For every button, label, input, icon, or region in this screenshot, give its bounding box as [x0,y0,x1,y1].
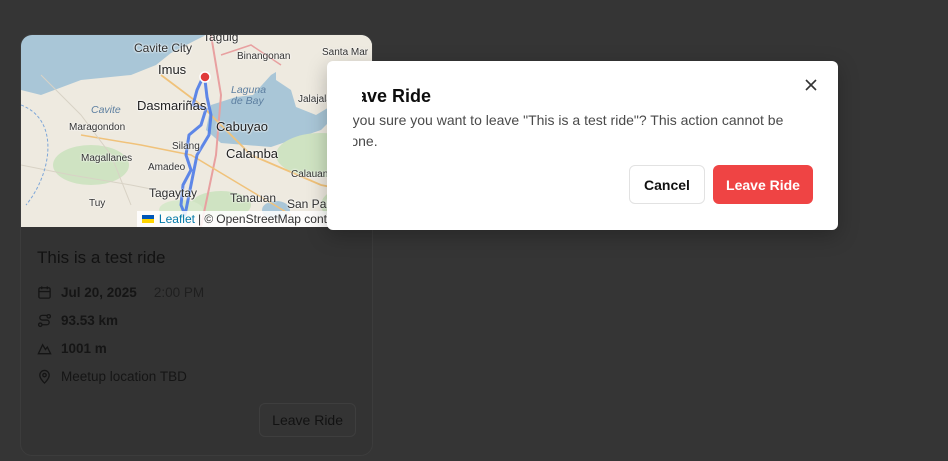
map-label-silang: Silang [172,141,200,152]
close-icon [802,79,820,97]
dialog-message: Are you sure you want to leave "This is … [327,112,784,149]
ride-meetup: Meetup location TBD [61,369,187,384]
map-label-magallanes: Magallanes [81,153,133,164]
map-label-taguig: Taguig [203,35,239,44]
cancel-button[interactable]: Cancel [629,165,705,204]
ride-date-row: Jul 20, 2025 2:00 PM [37,285,204,300]
map-label-cavite: Cavite [91,104,121,116]
leave-ride-dialog: Leave Ride Are you sure you want to leav… [327,61,838,230]
route-map[interactable]: Cavite City Taguig Santa Mar Imus Binang… [21,35,372,227]
close-dialog-button[interactable] [802,76,820,94]
ride-distance-row: 93.53 km [37,313,118,328]
ride-title: This is a test ride [37,248,166,267]
card-leave-ride-button[interactable]: Leave Ride [259,403,356,437]
map-label-cabuyao: Cabuyao [216,119,269,134]
map-pin-icon [37,369,52,384]
leaflet-link[interactable]: Leaflet [159,212,195,226]
ride-elevation: 1001 m [61,341,107,356]
start-pin[interactable] [199,71,211,83]
ride-date: Jul 20, 2025 [61,285,137,300]
map-label-maragondon: Maragondon [69,122,126,133]
ride-time: 2:00 PM [153,285,205,300]
attribution-separator: | © [197,212,214,226]
dialog-title: Leave Ride [336,86,432,106]
ride-elevation-row: 1001 m [37,341,107,356]
calendar-icon [37,285,52,300]
map-label-tuy: Tuy [89,198,106,209]
map-label-tanauan: Tanauan [230,191,277,205]
confirm-leave-ride-button[interactable]: Leave Ride [713,165,813,204]
map-label-dasmarinas: Dasmariñas [137,98,207,113]
map-label-tagaytay: Tagaytay [149,186,198,200]
route-icon [37,313,52,328]
mountain-icon [37,341,52,356]
map-label-imus: Imus [158,62,187,77]
map-label-santa-maria: Santa Mar [322,47,369,58]
ukraine-flag-icon [141,215,154,223]
map-label-binangonan: Binangonan [237,51,291,62]
map-label-calauan: Calauan [291,169,329,180]
map-label-cavite-city: Cavite City [134,41,193,55]
map-label-laguna-de-bay: Laguna de Bay [231,84,267,107]
map-label-amadeo: Amadeo [148,162,186,173]
ride-meetup-row: Meetup location TBD [37,369,187,384]
ride-distance: 93.53 km [61,313,119,328]
map-label-calamba: Calamba [226,146,279,161]
